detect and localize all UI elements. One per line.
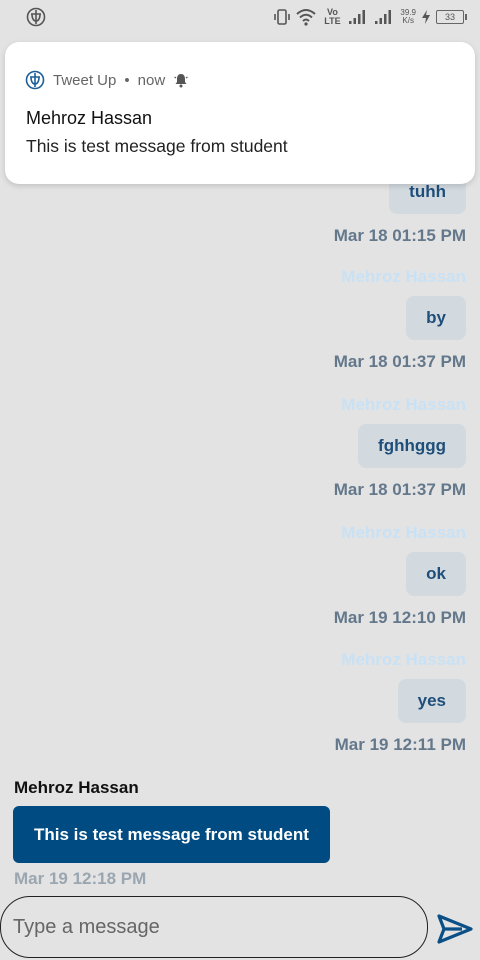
notification-header: Tweet Up • now — [25, 70, 189, 90]
vibrate-icon — [274, 9, 291, 25]
message-bubble[interactable]: ok — [406, 552, 466, 596]
incoming-message: Mehroz Hassan This is test message from … — [13, 778, 330, 889]
message-timestamp: Mar 18 01:37 PM — [333, 480, 466, 499]
message-sender: Mehroz Hassan — [341, 650, 466, 669]
network-speed: 39.9 K/s — [400, 8, 416, 25]
charging-icon — [422, 10, 430, 24]
message-timestamp: Mar 19 12:10 PM — [333, 608, 466, 627]
tweet-up-logo-icon — [26, 7, 46, 27]
notification-app-name: Tweet Up — [53, 71, 117, 89]
message-bubble[interactable]: by — [406, 296, 466, 340]
outgoing-message: Mehroz Hassan yes Mar 19 12:11 PM — [335, 649, 466, 755]
message-bubble[interactable]: This is test message from student — [13, 806, 330, 863]
network-type-indicator: Vo LTE — [324, 7, 341, 26]
message-sender: Mehroz Hassan — [341, 267, 466, 286]
outgoing-message: Mehroz Hassan fghhggg Mar 18 01:37 PM — [334, 394, 466, 500]
battery-indicator: 33 — [436, 10, 467, 24]
tweet-up-logo-icon — [25, 70, 45, 90]
message-timestamp: Mar 18 01:37 PM — [333, 352, 466, 371]
message-timestamp: Mar 18 01:15 PM — [333, 226, 466, 245]
message-timestamp: Mar 19 12:18 PM — [14, 869, 147, 888]
separator-dot: • — [124, 71, 130, 89]
message-input[interactable] — [13, 897, 413, 957]
message-timestamp: Mar 19 12:11 PM — [334, 735, 466, 754]
message-input-container — [0, 896, 428, 958]
alert-bell-icon — [174, 74, 189, 88]
notification-body: This is test message from student — [26, 136, 288, 156]
message-sender: Mehroz Hassan — [341, 523, 466, 542]
outgoing-message: Mehroz Hassan ok Mar 19 12:10 PM — [334, 522, 466, 628]
status-bar: Vo LTE 39.9 K/s 33 — [0, 0, 480, 34]
message-sender: Mehroz Hassan — [341, 395, 466, 414]
send-icon[interactable] — [436, 910, 474, 948]
message-sender: Mehroz Hassan — [14, 778, 139, 797]
message-bubble[interactable]: fghhggg — [358, 424, 466, 468]
signal-icon — [349, 10, 366, 24]
signal-icon — [375, 10, 392, 24]
notification-card[interactable]: Tweet Up • now Mehroz Hassan This is tes… — [5, 42, 475, 184]
outgoing-message: Mehroz Hassan by Mar 18 01:37 PM — [334, 266, 466, 372]
notification-title: Mehroz Hassan — [26, 108, 153, 128]
wifi-icon — [296, 9, 317, 26]
message-bubble[interactable]: yes — [397, 679, 466, 723]
notification-time: now — [137, 71, 166, 89]
